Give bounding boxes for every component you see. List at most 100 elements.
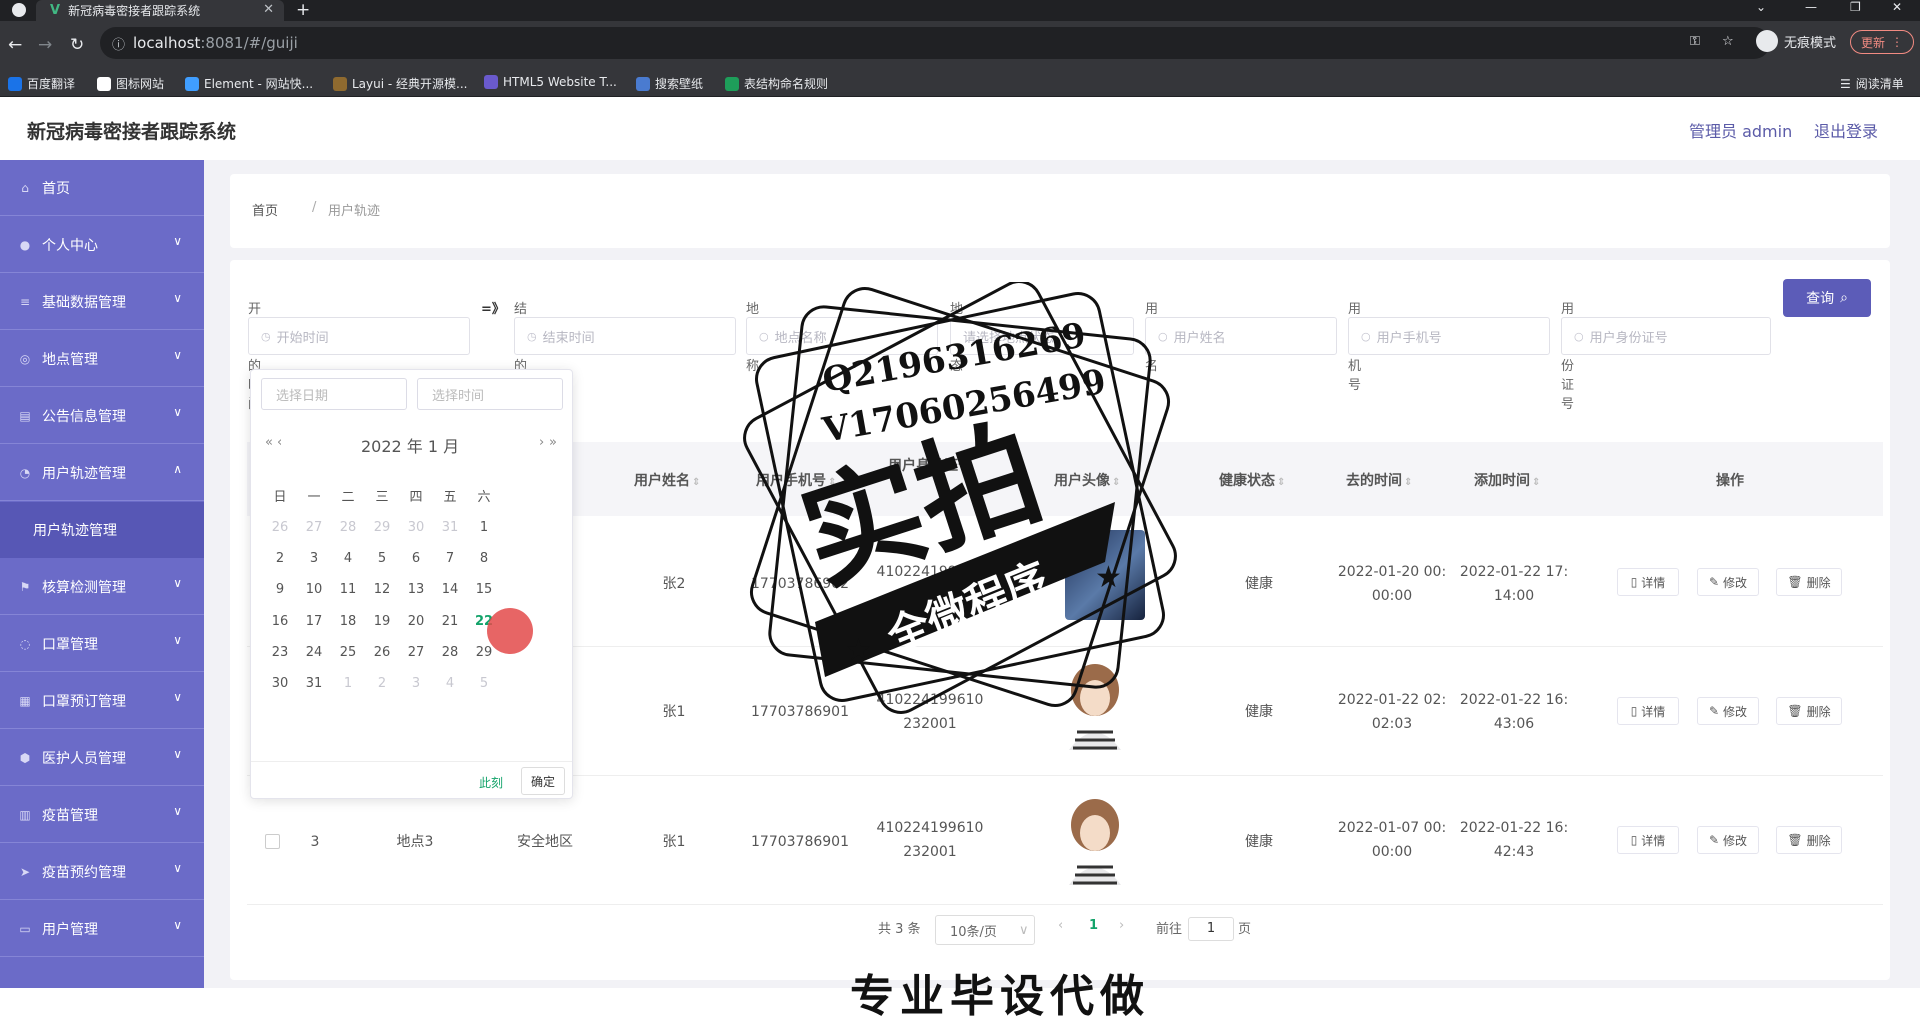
bookmark-item[interactable]: 百度翻译	[8, 75, 75, 92]
next-month-icon[interactable]: ›	[539, 435, 544, 450]
calendar-day[interactable]: 21	[435, 614, 465, 629]
page-number-current[interactable]: 1	[1089, 918, 1098, 933]
page-size-select[interactable]: 10条/页 ∨	[935, 915, 1035, 945]
browser-tab[interactable]: V 新冠病毒密接者跟踪系统 ✕	[36, 0, 284, 21]
calendar-day[interactable]: 9	[265, 582, 295, 597]
calendar-day[interactable]: 4	[435, 676, 465, 691]
bookmark-item[interactable]: Element - 网站快...	[185, 75, 313, 92]
calendar-day[interactable]: 29	[367, 520, 397, 535]
calendar-day[interactable]: 12	[367, 582, 397, 597]
detail-button[interactable]: ▯ 详情	[1617, 697, 1679, 725]
calendar-day[interactable]: 27	[299, 520, 329, 535]
browser-menu-icon[interactable]	[12, 3, 26, 17]
column-header[interactable]: 用户姓名 ⇕	[634, 470, 700, 490]
calendar-day[interactable]: 1	[469, 520, 499, 535]
breadcrumb-home[interactable]: 首页	[252, 200, 278, 219]
delete-button[interactable]: 🗑 删除	[1776, 568, 1842, 596]
sidebar-item-vaccine-booking[interactable]: ➤ 疫苗预约管理 ∨	[0, 844, 204, 900]
bookmark-item[interactable]: Layui - 经典开源模...	[333, 75, 467, 92]
calendar-day[interactable]: 5	[469, 676, 499, 691]
edit-button[interactable]: ✎ 修改	[1697, 826, 1759, 854]
column-header[interactable]: 去的时间 ⇕	[1346, 470, 1412, 490]
next-page-icon[interactable]: ›	[1119, 918, 1124, 933]
sidebar-item-tracks[interactable]: ◔ 用户轨迹管理 ∧	[0, 445, 204, 501]
forward-icon[interactable]: →	[38, 35, 52, 55]
calendar-day[interactable]: 18	[333, 614, 363, 629]
calendar-day[interactable]: 15	[469, 582, 499, 597]
key-icon[interactable]: ⚿	[1690, 34, 1700, 49]
calendar-day[interactable]: 30	[265, 676, 295, 691]
sidebar-item-home[interactable]: ⌂ 首页	[0, 160, 204, 216]
reload-icon[interactable]: ↻	[70, 35, 84, 55]
sidebar-subitem-tracks[interactable]: 用户轨迹管理	[0, 502, 204, 558]
bookmark-item[interactable]: 图标网站	[97, 75, 164, 92]
calendar-day[interactable]: 8	[469, 551, 499, 566]
end-time-input[interactable]: ◷ 结束时间	[514, 317, 736, 355]
goto-page-input[interactable]: 1	[1188, 917, 1234, 941]
delete-button[interactable]: 🗑 删除	[1776, 826, 1842, 854]
column-header[interactable]: 健康状态 ⇕	[1219, 470, 1285, 490]
bookmark-item[interactable]: 表结构命名规则	[725, 75, 828, 92]
calendar-day[interactable]: 31	[299, 676, 329, 691]
new-tab-icon[interactable]: +	[296, 0, 310, 20]
sidebar-item-vaccines[interactable]: ▥ 疫苗管理 ∨	[0, 787, 204, 843]
user-id-input[interactable]: ○ 用户身份证号	[1561, 317, 1771, 355]
calendar-day[interactable]: 2	[367, 676, 397, 691]
calendar-day[interactable]: 24	[299, 645, 329, 660]
calendar-day[interactable]: 3	[401, 676, 431, 691]
admin-label[interactable]: 管理员 admin	[1689, 118, 1792, 142]
column-header[interactable]: 添加时间 ⇕	[1474, 470, 1540, 490]
calendar-day[interactable]: 6	[401, 551, 431, 566]
star-icon[interactable]: ☆	[1722, 34, 1734, 49]
confirm-button[interactable]: 确定	[521, 767, 565, 795]
calendar-day[interactable]: 10	[299, 582, 329, 597]
sidebar-item-places[interactable]: ◎ 地点管理 ∨	[0, 331, 204, 387]
calendar-day[interactable]: 16	[265, 614, 295, 629]
calendar-day[interactable]: 31	[435, 520, 465, 535]
sidebar-item-masks[interactable]: ◌ 口罩管理 ∨	[0, 616, 204, 672]
calendar-day[interactable]: 14	[435, 582, 465, 597]
calendar-day[interactable]: 28	[333, 520, 363, 535]
calendar-day[interactable]: 4	[333, 551, 363, 566]
detail-button[interactable]: ▯ 详情	[1617, 568, 1679, 596]
calendar-day[interactable]: 17	[299, 614, 329, 629]
back-icon[interactable]: ←	[8, 35, 22, 55]
detail-button[interactable]: ▯ 详情	[1617, 826, 1679, 854]
calendar-day[interactable]: 13	[401, 582, 431, 597]
site-info-icon[interactable]: ⓘ	[112, 34, 125, 53]
date-input[interactable]: 选择日期	[261, 378, 407, 410]
restore-icon[interactable]: ❐	[1850, 0, 1861, 14]
next-year-icon[interactable]: »	[549, 435, 557, 450]
logout-link[interactable]: 退出登录	[1814, 118, 1878, 142]
edit-button[interactable]: ✎ 修改	[1697, 568, 1759, 596]
sidebar-item-basic-data[interactable]: ≡ 基础数据管理 ∨	[0, 274, 204, 330]
tab-search-icon[interactable]: ⌄	[1756, 0, 1766, 14]
address-bar[interactable]: ⓘ localhost:8081/#/guiji	[100, 27, 1770, 59]
calendar-day[interactable]: 19	[367, 614, 397, 629]
start-time-input[interactable]: ◷ 开始时间	[248, 317, 470, 355]
sidebar-item-mask-orders[interactable]: ▦ 口罩预订管理 ∨	[0, 673, 204, 729]
calendar-day[interactable]: 2	[265, 551, 295, 566]
tab-close-icon[interactable]: ✕	[263, 2, 274, 17]
edit-button[interactable]: ✎ 修改	[1697, 697, 1759, 725]
sidebar-item-medical-staff[interactable]: ⬢ 医护人员管理 ∨	[0, 730, 204, 786]
prev-year-icon[interactable]: «	[265, 435, 273, 450]
calendar-day[interactable]: 1	[333, 676, 363, 691]
prev-page-icon[interactable]: ‹	[1058, 918, 1063, 933]
calendar-day[interactable]: 27	[401, 645, 431, 660]
user-phone-input[interactable]: ○ 用户手机号	[1348, 317, 1550, 355]
update-button[interactable]: 更新 ⋮	[1850, 30, 1914, 54]
time-input[interactable]: 选择时间	[417, 378, 563, 410]
calendar-day[interactable]: 20	[401, 614, 431, 629]
sidebar-item-profile[interactable]: ● 个人中心 ∨	[0, 217, 204, 273]
calendar-day[interactable]: 30	[401, 520, 431, 535]
calendar-day[interactable]: 26	[265, 520, 295, 535]
calendar-day[interactable]: 25	[333, 645, 363, 660]
minimize-icon[interactable]: —	[1805, 0, 1817, 14]
calendar-day[interactable]: 26	[367, 645, 397, 660]
sidebar-item-users[interactable]: ▭ 用户管理 ∨	[0, 901, 204, 957]
calendar-day[interactable]: 3	[299, 551, 329, 566]
prev-month-icon[interactable]: ‹	[277, 435, 282, 450]
bookmark-item[interactable]: 搜索壁纸	[636, 75, 703, 92]
calendar-day[interactable]: 28	[435, 645, 465, 660]
